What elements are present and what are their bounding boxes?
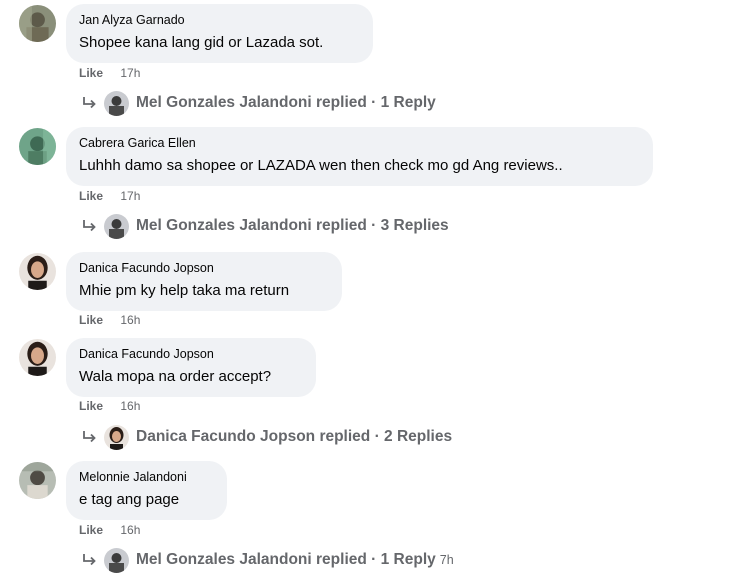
comment-text: Shopee kana lang gid or Lazada sot. (79, 34, 324, 51)
comment-bubble: Danica Facundo Jopson Wala mopa na order… (66, 338, 316, 397)
avatar[interactable] (19, 128, 56, 165)
avatar[interactable] (19, 5, 56, 42)
avatar (104, 213, 129, 239)
comment-time[interactable]: 16h (120, 313, 140, 327)
reply-arrow-icon (82, 430, 97, 444)
comment-author[interactable]: Danica Facundo Jopson (79, 346, 303, 362)
comment-time[interactable]: 17h (120, 189, 140, 203)
avatar[interactable] (19, 339, 56, 376)
avatar[interactable] (19, 253, 56, 290)
like-button[interactable]: Like (79, 399, 103, 413)
comment-time[interactable]: 16h (120, 399, 140, 413)
comment-time[interactable]: 17h (120, 66, 140, 80)
like-button[interactable]: Like (79, 523, 103, 537)
comment-author[interactable]: Cabrera Garica Ellen (79, 135, 640, 151)
comment-text: Wala mopa na order accept? (79, 368, 272, 385)
view-replies-link[interactable]: Danica Facundo Jopson replied · 2 Replie… (82, 423, 452, 451)
reply-summary: Mel Gonzales Jalandoni replied · 1 Reply (136, 94, 436, 111)
reply-time[interactable]: 7h (440, 553, 454, 567)
comment-bubble: Jan Alyza Garnado Shopee kana lang gid o… (66, 4, 373, 63)
reply-arrow-icon (82, 96, 97, 110)
view-replies-link[interactable]: Mel Gonzales Jalandoni replied · 1 Reply… (82, 546, 454, 574)
reply-summary: Mel Gonzales Jalandoni replied · 3 Repli… (136, 217, 449, 234)
avatar (104, 424, 129, 450)
avatar (104, 547, 129, 573)
comment-text: Luhhh damo sa shopee or LAZADA wen then … (79, 157, 563, 174)
reply-summary: Mel Gonzales Jalandoni replied · 1 Reply (136, 551, 436, 568)
reply-summary: Danica Facundo Jopson replied · 2 Replie… (136, 428, 453, 445)
avatar[interactable] (19, 462, 56, 499)
comment-author[interactable]: Melonnie Jalandoni (79, 469, 214, 485)
comment-bubble: Cabrera Garica Ellen Luhhh damo sa shope… (66, 127, 653, 186)
reply-arrow-icon (82, 553, 97, 567)
comment-time[interactable]: 16h (120, 523, 140, 537)
like-button[interactable]: Like (79, 189, 103, 203)
comment-text: Mhie pm ky help taka ma return (79, 282, 290, 299)
view-replies-link[interactable]: Mel Gonzales Jalandoni replied · 1 Reply (82, 89, 436, 117)
avatar (104, 90, 129, 116)
view-replies-link[interactable]: Mel Gonzales Jalandoni replied · 3 Repli… (82, 212, 449, 240)
comment-bubble: Melonnie Jalandoni e tag ang page (66, 461, 227, 520)
reply-arrow-icon (82, 219, 97, 233)
comment-author[interactable]: Danica Facundo Jopson (79, 260, 329, 276)
comment-author[interactable]: Jan Alyza Garnado (79, 12, 360, 28)
comment-text: e tag ang page (79, 491, 180, 508)
like-button[interactable]: Like (79, 313, 103, 327)
like-button[interactable]: Like (79, 66, 103, 80)
comment-bubble: Danica Facundo Jopson Mhie pm ky help ta… (66, 252, 342, 311)
